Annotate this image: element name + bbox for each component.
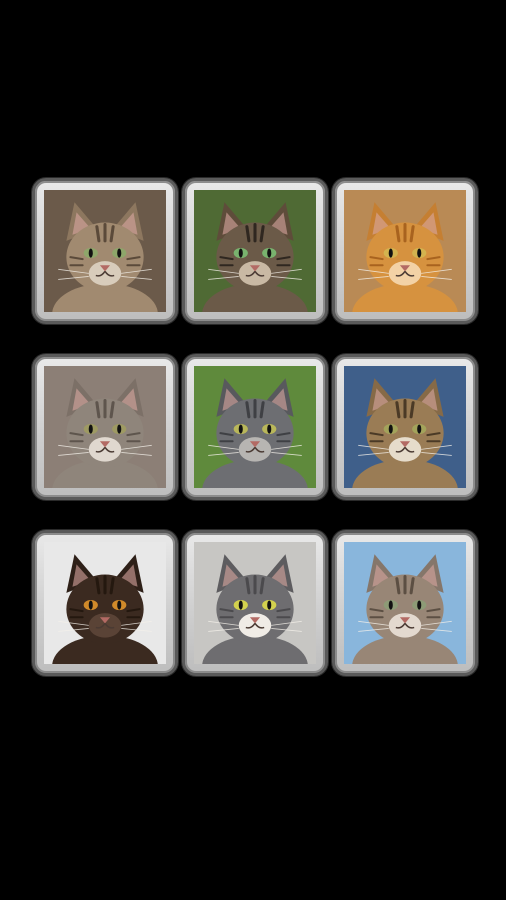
cat-tile-3[interactable] <box>332 178 478 324</box>
cat-tile-2[interactable] <box>182 178 328 324</box>
prowling-grey-cat-photo-icon <box>194 366 316 488</box>
dark-tabby-cat-photo-icon <box>194 190 316 312</box>
cat-tile-6[interactable] <box>332 354 478 500</box>
long-hair-tabby-cat-photo-icon <box>344 542 466 664</box>
grumpy-grey-tabby-cat-photo-icon <box>44 366 166 488</box>
cat-tile-9[interactable] <box>332 530 478 676</box>
cat-tile-1[interactable] <box>32 178 178 324</box>
rolling-tabby-cat-photo-icon <box>344 366 466 488</box>
grey-white-cat-photo-icon <box>194 542 316 664</box>
cat-tile-8[interactable] <box>182 530 328 676</box>
cat-picture-grid <box>32 178 478 676</box>
cat-tile-5[interactable] <box>182 354 328 500</box>
hissing-orange-cat-photo-icon <box>344 190 466 312</box>
cat-tile-4[interactable] <box>32 354 178 500</box>
hissing-brown-cat-photo-icon <box>44 542 166 664</box>
cat-tile-7[interactable] <box>32 530 178 676</box>
tabby-cat-photo-icon <box>44 190 166 312</box>
